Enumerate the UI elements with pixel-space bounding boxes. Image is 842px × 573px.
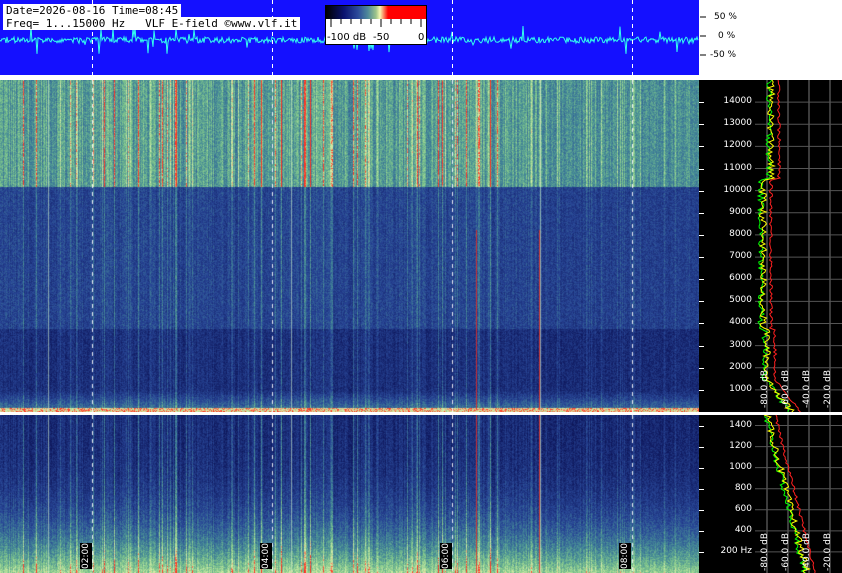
- frequency-tick: [699, 425, 704, 427]
- frequency-tick-label: 1000: [729, 461, 752, 472]
- frequency-tick: [699, 367, 704, 369]
- wave-tick-0: 0 %: [718, 31, 736, 41]
- profile-db-label: -80.0 dB: [760, 533, 770, 571]
- profile-db-label: -40.0 dB: [802, 370, 812, 408]
- wave-axis-ticks: [700, 16, 706, 56]
- profile-background: [755, 80, 842, 412]
- profile-db-label: -60.0 dB: [781, 370, 791, 408]
- profile-db-label: -20.0 dB: [823, 533, 833, 571]
- separator: [0, 75, 842, 79]
- frequency-tick: [699, 389, 704, 391]
- frequency-tick-label: 5000: [729, 295, 752, 306]
- frequency-tick-label: 6000: [729, 273, 752, 284]
- frequency-tick: [699, 212, 704, 214]
- date-time-label: Date=2026-08-16 Time=08:45: [3, 4, 182, 17]
- frequency-tick-label: 4000: [729, 317, 752, 328]
- spectrum-profile-bottom: -80.0 dB -60.0 dB -40.0 dB -20.0 dB: [755, 415, 842, 573]
- frequency-tick: [699, 102, 704, 104]
- wave-tick-neg50: -50 %: [710, 50, 737, 60]
- frequency-tick-label: 13000: [723, 118, 752, 129]
- frequency-tick: [699, 168, 704, 170]
- spectrum-profile-top: -80.0 dB -60.0 dB -40.0 dB -20.0 dB: [755, 80, 842, 412]
- frequency-tick: [699, 488, 704, 490]
- frequency-tick-label: 600: [734, 503, 752, 514]
- frequency-tick-label: 3000: [729, 339, 752, 350]
- frequency-tick: [699, 257, 704, 259]
- frequency-tick: [699, 190, 704, 192]
- time-label: 02:00: [80, 543, 92, 569]
- frequency-tick-label: 200 Hz: [720, 545, 752, 556]
- frequency-tick: [699, 234, 704, 236]
- time-label: 08:00: [619, 543, 631, 569]
- frequency-tick: [699, 279, 704, 281]
- frequency-tick-label: 1000: [729, 383, 752, 394]
- wave-tick-50: 50 %: [714, 12, 737, 22]
- frequency-label: Freq= 1...15000 Hz VLF E-field ©www.vlf.…: [3, 17, 301, 30]
- colorbar-min-label: -100 dB: [327, 32, 367, 43]
- frequency-tick: [699, 509, 704, 511]
- frequency-tick-label: 8000: [729, 228, 752, 239]
- profile-db-label: -40.0 dB: [802, 533, 812, 571]
- profile-db-label: -80.0 dB: [760, 370, 770, 408]
- colorbar: -100 dB -50 0: [325, 5, 427, 45]
- frequency-tick: [699, 146, 704, 148]
- frequency-tick: [699, 124, 704, 126]
- colorbar-max-label: 0: [418, 32, 425, 43]
- frequency-tick: [699, 345, 704, 347]
- colorbar-mid-label: -50: [373, 32, 390, 43]
- frequency-tick-label: 400: [734, 524, 752, 535]
- header-info: Date=2026-08-16 Time=08:45 Freq= 1...150…: [3, 4, 301, 30]
- frequency-tick: [699, 323, 704, 325]
- time-label: 06:00: [440, 543, 452, 569]
- frequency-tick-label: 1200: [729, 440, 752, 451]
- frequency-tick-label: 800: [734, 482, 752, 493]
- frequency-tick: [699, 530, 704, 532]
- frequency-tick-label: 1400: [729, 419, 752, 430]
- frequency-tick: [699, 446, 704, 448]
- profile-db-label: -60.0 dB: [781, 533, 791, 571]
- spectrogram-bottom: [0, 415, 699, 573]
- waveform-panel: Date=2026-08-16 Time=08:45 Freq= 1...150…: [0, 0, 699, 75]
- frequency-scale-bottom: 200 Hz 400 600 800 1000 1200 1400: [699, 415, 755, 573]
- frequency-tick-label: 11000: [723, 162, 752, 173]
- colorbar-gradient: [326, 6, 426, 19]
- frequency-tick-label: 12000: [723, 140, 752, 151]
- frequency-tick-label: 14000: [723, 96, 752, 107]
- profile-db-label: -20.0 dB: [823, 370, 833, 408]
- frequency-tick: [699, 551, 704, 553]
- waveform-axis: 50 % 0 % -50 %: [700, 0, 760, 75]
- frequency-tick-label: 9000: [729, 206, 752, 217]
- frequency-scale-top: 1000 2000 3000 4000 5000 6000 7000 8000 9000 1000…: [699, 80, 755, 412]
- frequency-tick: [699, 301, 704, 303]
- frequency-tick-label: 10000: [723, 184, 752, 195]
- frequency-tick-label: 7000: [729, 251, 752, 262]
- time-label: 04:00: [260, 543, 272, 569]
- frequency-tick-label: 2000: [729, 361, 752, 372]
- spectrogram-top: [0, 80, 699, 412]
- frequency-tick: [699, 467, 704, 469]
